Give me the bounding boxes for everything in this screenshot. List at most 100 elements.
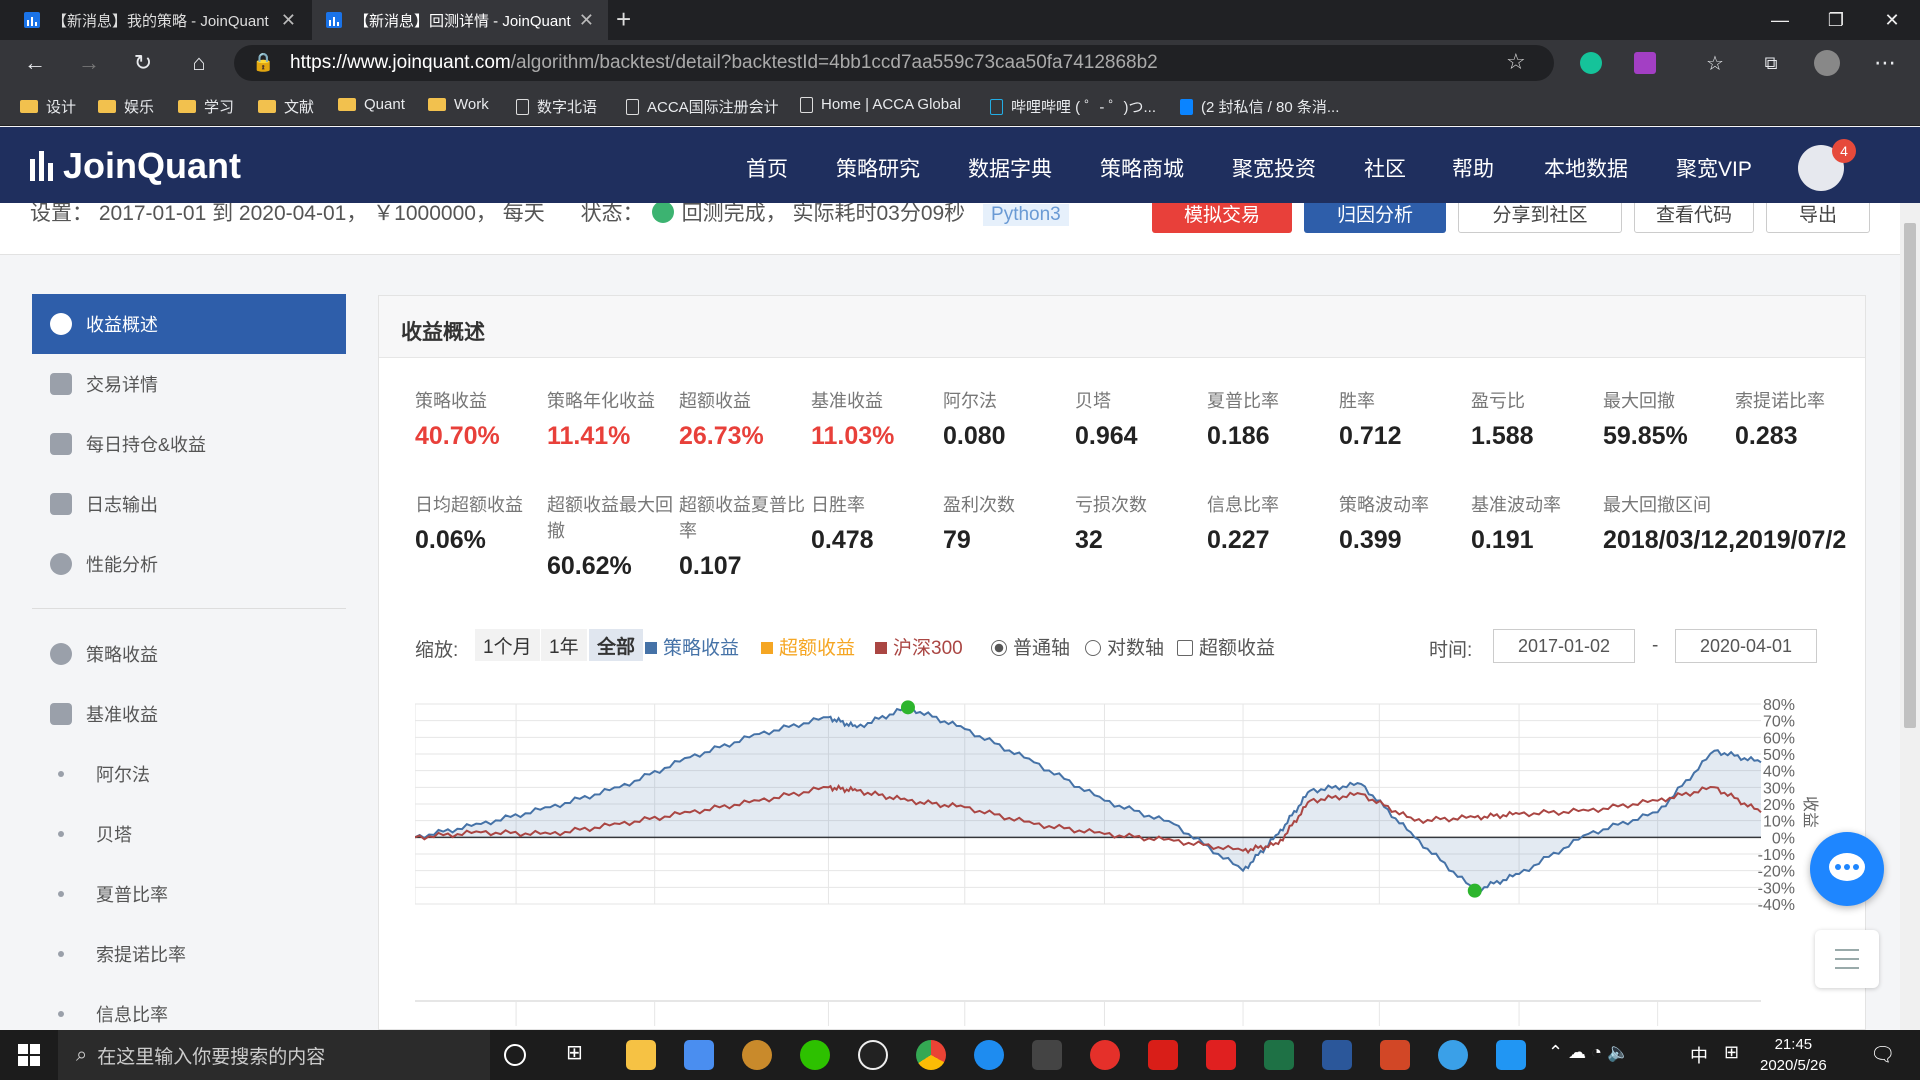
sidebar-item-sharpe[interactable]: 夏普比率 <box>32 864 346 924</box>
sidebar-item-trades[interactable]: 交易详情 <box>32 354 346 414</box>
taskbar-search[interactable]: ⌕ 在这里输入你要搜索的内容 <box>58 1030 490 1080</box>
tab-backtest-detail[interactable]: 【新消息】回测详情 - JoinQuant ✕ <box>312 0 608 40</box>
log-axis-radio[interactable]: 对数轴 <box>1085 633 1164 660</box>
maximize-icon[interactable]: ❐ <box>1808 0 1864 40</box>
sidebar-item-daily-positions[interactable]: 每日持仓&收益 <box>32 414 346 474</box>
chrome-icon[interactable] <box>916 1040 946 1070</box>
close-window-icon[interactable]: ✕ <box>1864 0 1920 40</box>
joinquant-logo[interactable]: JoinQuant <box>30 145 241 187</box>
close-tab-icon[interactable]: ✕ <box>281 10 296 31</box>
sidebar-item-sortino[interactable]: 索提诺比率 <box>32 924 346 984</box>
star-icon[interactable]: ☆ <box>1506 49 1526 75</box>
task-view-icon[interactable]: ⊞ <box>566 1040 596 1070</box>
bookmark-item[interactable]: ACCA国际注册会计 <box>626 96 779 117</box>
date-from-input[interactable]: 2017-01-02 <box>1493 629 1635 663</box>
sidebar-item-log[interactable]: 日志输出 <box>32 474 346 534</box>
view-code-button[interactable]: 查看代码 <box>1634 203 1754 233</box>
legend-hs300[interactable]: 沪深300 <box>875 633 963 660</box>
date-to-input[interactable]: 2020-04-01 <box>1675 629 1817 663</box>
sidebar-item-benchmark-return[interactable]: 基准收益 <box>32 684 346 744</box>
file-explorer-icon[interactable] <box>626 1040 656 1070</box>
attribution-analysis-button[interactable]: 归因分析 <box>1304 203 1446 233</box>
reload-icon[interactable]: ↻ <box>128 48 158 78</box>
nav-home[interactable]: 首页 <box>746 153 788 183</box>
url-text[interactable]: https://www.joinquant.com/algorithm/back… <box>290 52 1158 74</box>
netease-music-icon[interactable] <box>1090 1040 1120 1070</box>
legend-excess[interactable]: 超额收益 <box>761 633 855 660</box>
nav-data-dictionary[interactable]: 数据字典 <box>968 153 1052 183</box>
favorites-icon[interactable]: ☆ <box>1700 48 1730 78</box>
minimize-icon[interactable]: — <box>1752 0 1808 40</box>
taskbar-clock[interactable]: 21:45 2020/5/26 <box>1760 1034 1827 1076</box>
more-menu-icon[interactable]: ⋯ <box>1870 48 1900 78</box>
bookmark-item[interactable]: 文献 <box>258 96 314 117</box>
page-scrollbar[interactable] <box>1900 203 1920 1030</box>
edge-icon[interactable] <box>974 1040 1004 1070</box>
app-icon[interactable] <box>1438 1040 1468 1070</box>
wechat-icon[interactable] <box>800 1040 830 1070</box>
ime-indicator[interactable]: 中 <box>1690 1042 1708 1068</box>
lock-icon[interactable]: 🔒 <box>252 52 274 73</box>
sidebar-item-strategy-return[interactable]: 策略收益 <box>32 624 346 684</box>
sim-trade-button[interactable]: 模拟交易 <box>1152 203 1292 233</box>
sidebar-item-summary[interactable]: 收益概述 <box>32 294 346 354</box>
close-tab-icon[interactable]: ✕ <box>579 10 594 31</box>
grammarly-icon[interactable] <box>1580 52 1602 74</box>
sidebar-item-beta[interactable]: 贝塔 <box>32 804 346 864</box>
word-icon[interactable] <box>1322 1040 1352 1070</box>
nav-community[interactable]: 社区 <box>1364 153 1406 183</box>
bookmark-item[interactable]: Quant <box>338 96 405 113</box>
notifications-icon[interactable]: 🗨 <box>1870 1042 1895 1067</box>
bookmark-item[interactable]: Work <box>428 96 489 113</box>
nav-joinquant-invest[interactable]: 聚宽投资 <box>1232 153 1316 183</box>
legend-strategy[interactable]: 策略收益 <box>645 633 739 660</box>
red-app-icon[interactable] <box>1148 1040 1178 1070</box>
notes-app-icon[interactable] <box>684 1040 714 1070</box>
bookmark-item[interactable]: (2 封私信 / 80 条消... <box>1180 96 1339 117</box>
app-icon[interactable] <box>1496 1040 1526 1070</box>
toc-float-button[interactable] <box>1815 930 1879 988</box>
forward-icon[interactable]: → <box>74 48 104 78</box>
collections-icon[interactable]: ⧉ <box>1756 48 1786 78</box>
back-icon[interactable]: ← <box>20 48 50 78</box>
tab-my-strategy[interactable]: 【新消息】我的策略 - JoinQuant ✕ <box>10 0 310 40</box>
bookmark-item[interactable]: Home | ACCA Global <box>800 96 961 113</box>
tray-icons[interactable]: ⌃ ☁ ◔ 🔈 <box>1548 1042 1629 1063</box>
excess-return-checkbox[interactable]: 超额收益 <box>1177 633 1275 660</box>
keyboard-icon[interactable]: ⊞ <box>1724 1042 1739 1063</box>
notification-badge[interactable]: 4 <box>1832 139 1856 163</box>
app-icon[interactable] <box>1032 1040 1062 1070</box>
nav-help[interactable]: 帮助 <box>1452 153 1494 183</box>
bookmark-item[interactable]: 哔哩哔哩 ( ゜- ゜)つ... <box>990 96 1156 117</box>
youdao-icon[interactable] <box>1206 1040 1236 1070</box>
bookmark-item[interactable]: 设计 <box>20 96 76 117</box>
sidebar-item-performance[interactable]: 性能分析 <box>32 534 346 594</box>
nav-local-data[interactable]: 本地数据 <box>1544 153 1628 183</box>
nav-vip[interactable]: 聚宽VIP <box>1676 153 1752 183</box>
cortana-icon[interactable] <box>504 1044 526 1066</box>
profile-avatar[interactable] <box>1814 50 1840 76</box>
qq-icon[interactable] <box>858 1040 888 1070</box>
share-community-button[interactable]: 分享到社区 <box>1458 203 1622 233</box>
bookmark-item[interactable]: 学习 <box>178 96 234 117</box>
zoom-1-month-button[interactable]: 1个月 <box>475 629 540 661</box>
export-button[interactable]: 导出 <box>1766 203 1870 233</box>
nav-strategy-research[interactable]: 策略研究 <box>836 153 920 183</box>
bookmark-item[interactable]: 数字北语 <box>516 96 597 117</box>
zoom-all-button[interactable]: 全部 <box>589 629 644 661</box>
home-icon[interactable]: ⌂ <box>184 48 214 78</box>
nav-strategy-store[interactable]: 策略商城 <box>1100 153 1184 183</box>
chat-float-button[interactable] <box>1810 832 1884 906</box>
linear-axis-radio[interactable]: 普通轴 <box>991 633 1070 660</box>
returns-line-chart[interactable]: 80%70%60%50%40%30%20%10%0%-10%-20%-30%-4… <box>415 696 1855 1026</box>
zoom-1-year-button[interactable]: 1年 <box>541 629 587 661</box>
acorn-app-icon[interactable] <box>742 1040 772 1070</box>
excel-icon[interactable] <box>1264 1040 1294 1070</box>
new-tab-icon[interactable]: + <box>616 4 631 35</box>
sidebar-item-alpha[interactable]: 阿尔法 <box>32 744 346 804</box>
powerpoint-icon[interactable] <box>1380 1040 1410 1070</box>
scrollbar-thumb[interactable] <box>1904 223 1916 728</box>
bookmark-item[interactable]: 娱乐 <box>98 96 154 117</box>
onenote-icon[interactable] <box>1634 52 1656 74</box>
windows-start-icon[interactable] <box>18 1044 40 1066</box>
